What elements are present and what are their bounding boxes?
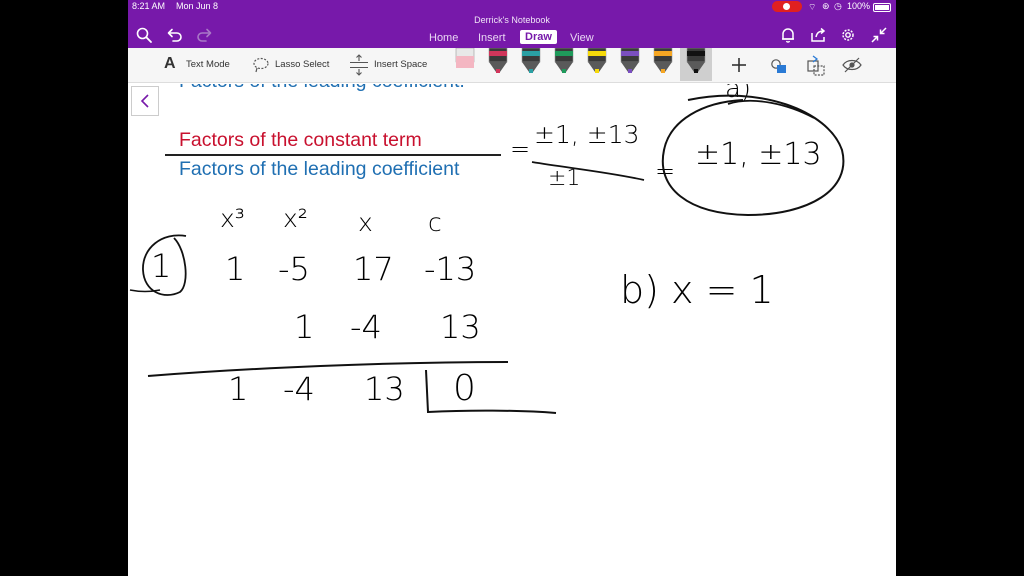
ink-division-line <box>147 361 509 377</box>
app-screen: 8:21 AM Mon Jun 8 ⌔ ⊛ ◷ 100% Derrick's N… <box>128 0 896 576</box>
ink-answer-circle <box>661 94 845 217</box>
ink-remainder-box <box>425 369 557 414</box>
ink-strokes <box>129 94 845 414</box>
ink-test-value-circle <box>142 234 187 296</box>
ink-ratio-bar <box>531 161 645 181</box>
ink-circle-tail <box>129 289 161 293</box>
